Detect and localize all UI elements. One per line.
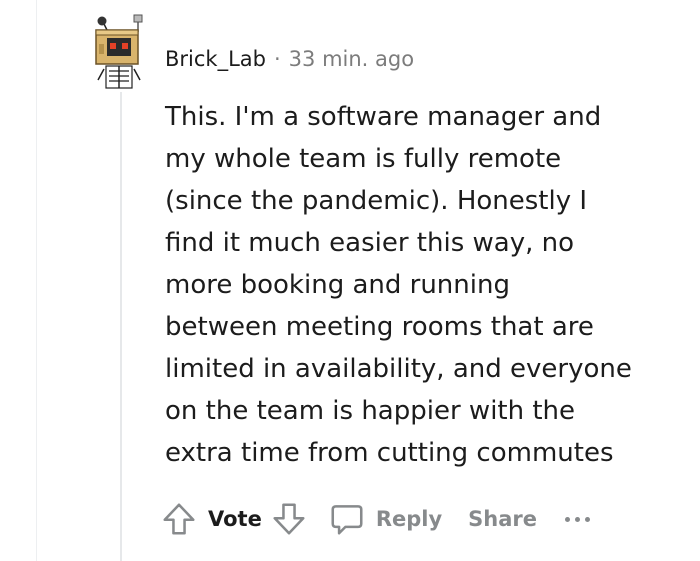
reply-label: Reply [375,507,443,531]
comment-timestamp[interactable]: 33 min. ago [289,47,414,71]
comment-body: This. I'm a software manager and my whol… [165,102,632,468]
thread-line-outer [36,0,37,561]
more-dot [575,516,581,522]
upvote-arrow-icon[interactable] [160,500,198,538]
robot-avatar-icon[interactable] [90,14,150,92]
more-options-icon[interactable] [565,516,591,522]
username-link[interactable]: Brick_Lab [165,47,266,71]
comment-actions: Vote Reply Share [160,497,591,541]
share-button[interactable]: Share [468,507,537,531]
vote-count: Vote [208,507,262,531]
comment-header: Brick_Lab · 33 min. ago [165,42,414,76]
speech-bubble-icon [328,500,366,538]
reply-button[interactable]: Reply [328,500,442,538]
meta-separator: · [273,47,281,71]
more-dot [585,516,591,522]
downvote-arrow-icon[interactable] [270,500,308,538]
thread-line-collapse[interactable] [120,92,122,561]
more-dot [565,516,571,522]
